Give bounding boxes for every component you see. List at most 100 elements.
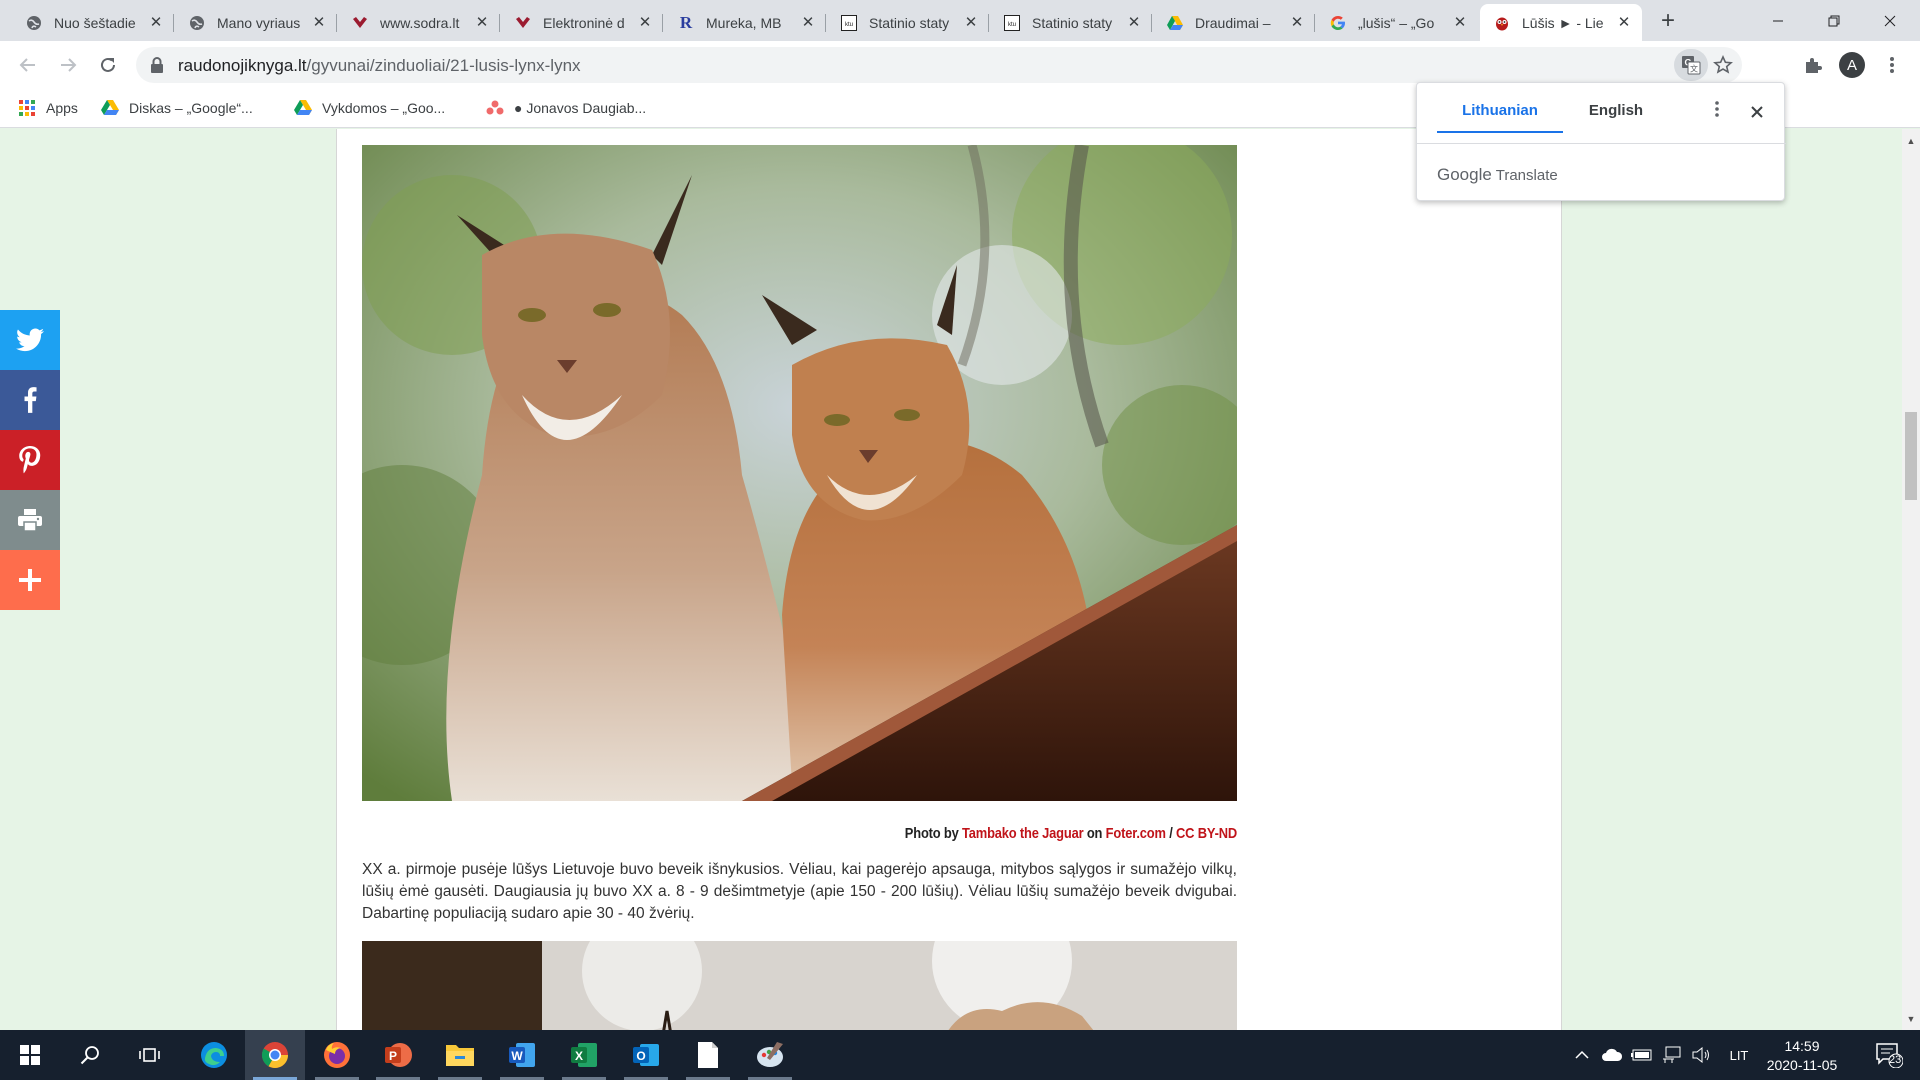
pinterest-icon [19,446,41,474]
close-tab-icon[interactable]: ✕ [474,14,490,31]
scrollbar-thumb[interactable] [1905,412,1917,500]
notepad-app[interactable] [678,1030,738,1080]
powerpoint-icon: P [385,1043,412,1067]
credit-site-link[interactable]: Foter.com [1106,825,1166,842]
bookmark-apps[interactable]: Apps [18,88,78,128]
network-button[interactable] [1658,1030,1686,1080]
tab-2[interactable]: Mano vyriaus ✕ [175,4,337,41]
close-tab-icon[interactable]: ✕ [1126,14,1142,31]
chrome-app[interactable] [245,1030,305,1080]
article-paragraph: XX a. pirmoje pusėje lūšys Lietuvoje buv… [362,861,1237,922]
word-app[interactable]: W [492,1030,552,1080]
twitter-share-button[interactable] [0,310,60,370]
scroll-down-arrow-icon[interactable]: ▼ [1902,1011,1920,1027]
close-icon [1884,15,1896,26]
close-tab-icon[interactable]: ✕ [1616,14,1632,31]
tab-4[interactable]: Elektroninė d ✕ [501,4,663,41]
close-translate-popup-button[interactable] [1745,99,1769,127]
tab-7[interactable]: ktu Statinio staty ✕ [990,4,1152,41]
lang-tab-lithuanian[interactable]: Lithuanian [1437,97,1563,133]
page-scrollbar[interactable]: ▲ ▼ [1902,129,1920,1030]
new-tab-button[interactable]: + [1654,8,1682,36]
tab-label: Statinio staty [1032,14,1113,31]
system-clock[interactable]: 14:59 2020-11-05 [1762,1037,1842,1075]
close-tab-icon[interactable]: ✕ [311,14,327,31]
lang-tab-english[interactable]: English [1563,97,1669,133]
reload-button[interactable] [92,49,124,81]
file-explorer-icon [446,1045,474,1066]
tab-3[interactable]: www.sodra.lt ✕ [338,4,500,41]
twitter-icon [16,328,44,352]
lock-icon [151,57,163,73]
show-hidden-icons-button[interactable] [1570,1030,1594,1080]
edge-app[interactable] [184,1030,244,1080]
facebook-icon [24,387,37,413]
tab-separator [499,14,500,32]
web-page: Photo by Tambako the Jaguar on Foter.com… [0,129,1902,1030]
reload-icon [101,57,115,72]
profile-button[interactable]: A [1836,49,1868,81]
onedrive-button[interactable] [1598,1030,1626,1080]
start-button[interactable] [0,1030,60,1080]
print-button[interactable] [0,490,60,550]
owl-icon [1494,15,1510,31]
file-explorer-app[interactable] [430,1030,490,1080]
forward-button[interactable] [52,49,84,81]
facebook-share-button[interactable] [0,370,60,430]
translate-options-button[interactable] [1705,99,1729,127]
paint-app[interactable] [740,1030,800,1080]
close-window-button[interactable] [1862,0,1918,41]
close-tab-icon[interactable]: ✕ [148,14,164,31]
translate-page-button[interactable]: G文 [1674,49,1708,81]
battery-button[interactable] [1628,1030,1656,1080]
tab-5[interactable]: R Mureka, MB ✕ [664,4,826,41]
task-view-button[interactable] [120,1030,180,1080]
credit-on: on [1086,825,1103,842]
restore-button[interactable] [1806,0,1862,41]
tab-label: Draudimai – [1195,14,1271,31]
chrome-menu-button[interactable] [1876,49,1908,81]
address-bar[interactable]: raudonojiknyga.lt/gyvunai/zinduoliai/21-… [136,47,1742,83]
translate-wordmark: Translate [1495,167,1558,184]
globe-icon [26,15,42,31]
tab-10-active[interactable]: Lūšis ► - Lie ✕ [1480,4,1642,41]
action-center-button[interactable]: 23 [1866,1030,1912,1080]
tab-1[interactable]: Nuo šeštadie ✕ [12,4,174,41]
tab-9[interactable]: „lušis“ – „Go ✕ [1316,4,1478,41]
powerpoint-app[interactable]: P [368,1030,428,1080]
tab-8[interactable]: Draudimai – ✕ [1153,4,1315,41]
search-button[interactable] [60,1030,120,1080]
outlook-app[interactable]: O [616,1030,676,1080]
more-share-button[interactable] [0,550,60,610]
bookmark-vykdomos[interactable]: Vykdomos – „Goo... [294,88,445,128]
tab-6[interactable]: ktu Statinio staty ✕ [827,4,989,41]
input-language-indicator[interactable]: LIT [1722,1030,1756,1080]
firefox-app[interactable] [307,1030,367,1080]
credit-license-link[interactable]: CC BY-ND [1176,825,1237,842]
close-tab-icon[interactable]: ✕ [637,14,653,31]
search-icon [80,1046,99,1065]
back-button[interactable] [12,49,44,81]
sodra-icon [515,15,531,31]
excel-app[interactable]: X [554,1030,614,1080]
photo-credit: Photo by Tambako the Jaguar on Foter.com… [485,825,1237,842]
scroll-up-arrow-icon[interactable]: ▲ [1902,133,1920,149]
close-tab-icon[interactable]: ✕ [800,14,816,31]
asana-icon [486,99,504,117]
extensions-button[interactable] [1797,49,1829,81]
arrow-right-icon [61,58,77,72]
close-tab-icon[interactable]: ✕ [1289,14,1305,31]
puzzle-icon [1806,58,1822,73]
volume-button[interactable] [1688,1030,1716,1080]
bookmark-jonavos[interactable]: ● Jonavos Daugiab... [486,88,646,128]
tab-label: Statinio staty [869,14,950,31]
minimize-button[interactable] [1750,0,1806,41]
pinterest-share-button[interactable] [0,430,60,490]
close-tab-icon[interactable]: ✕ [1452,14,1468,31]
bookmark-diskas[interactable]: Diskas – „Google“... [101,88,253,128]
bookmark-star-button[interactable] [1710,51,1736,79]
kebab-menu-icon [1890,57,1894,73]
close-tab-icon[interactable]: ✕ [963,14,979,31]
credit-prefix: Photo by [904,825,959,842]
credit-author-link[interactable]: Tambako the Jaguar [962,825,1084,842]
